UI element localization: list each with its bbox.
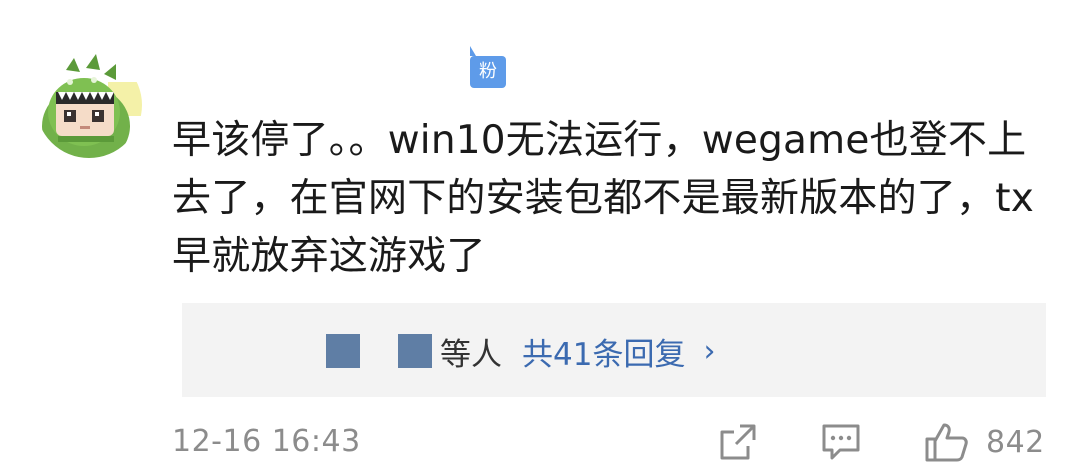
fan-badge: 粉: [470, 46, 506, 88]
reply-box-edge: [172, 303, 182, 397]
comment-card: 粉 早该停了。。win10无法运行，wegame也登不上去了，在官网下的安装包都…: [0, 0, 1080, 470]
reply-button[interactable]: [820, 420, 862, 464]
avatar[interactable]: [36, 52, 142, 158]
chevron-right-icon[interactable]: ›: [703, 334, 715, 369]
comment-icon: [822, 424, 860, 460]
reply-count-link[interactable]: 共41条回复: [522, 329, 685, 374]
share-button[interactable]: [718, 420, 758, 464]
share-icon: [720, 424, 756, 460]
comment-timestamp: 12-16 16:43: [172, 424, 361, 459]
redacted-avatar: [398, 334, 432, 368]
thumbs-up-icon: [925, 423, 968, 462]
reply-summary[interactable]: 等人 共41条回复 ›: [326, 333, 715, 373]
reply-users-suffix: 等人: [440, 336, 502, 373]
reply-preview[interactable]: 等人 共41条回复 ›: [172, 303, 1046, 397]
like-button[interactable]: 842: [924, 420, 1045, 464]
username[interactable]: [180, 60, 460, 100]
comment-text: 早该停了。。win10无法运行，wegame也登不上去了，在官网下的安装包都不是…: [172, 118, 1034, 279]
redacted-avatar: [326, 334, 360, 368]
avatar-image: [36, 52, 142, 158]
like-count: 842: [986, 424, 1045, 460]
